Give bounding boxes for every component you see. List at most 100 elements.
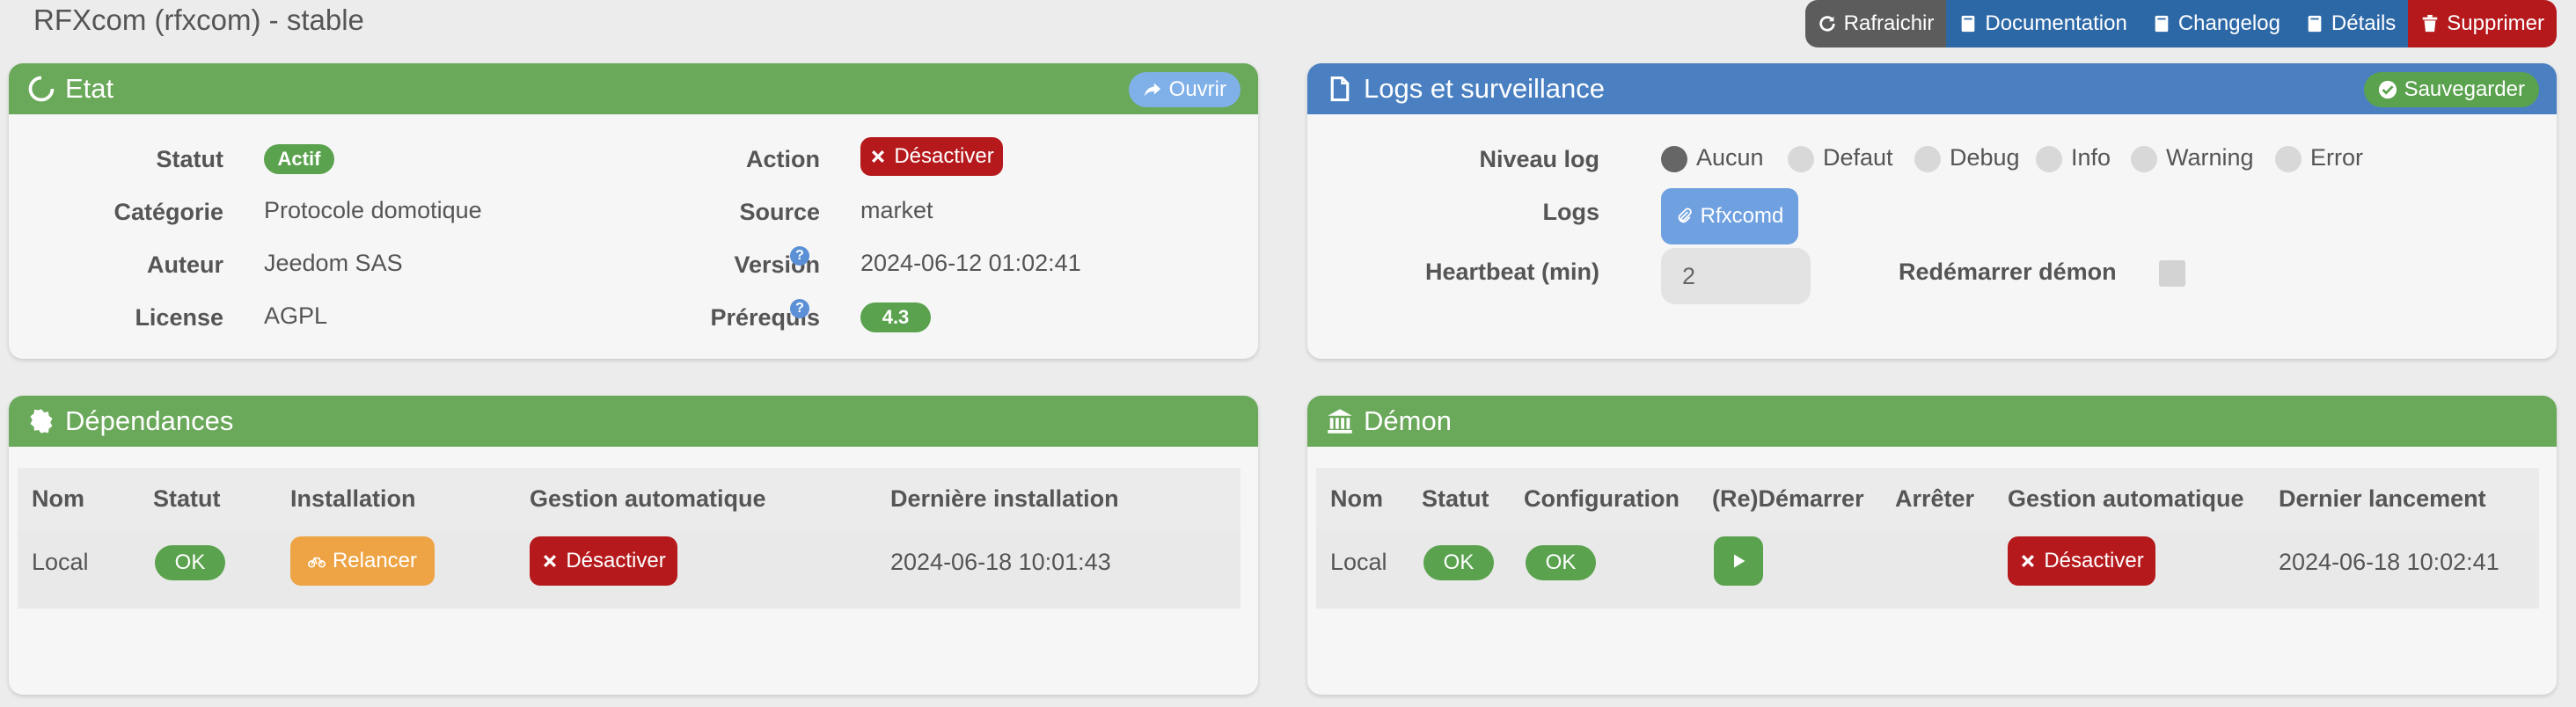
radio-debug[interactable] [1914,146,1941,172]
changelog-label: Changelog [2177,11,2280,35]
radio-warning[interactable] [2131,146,2157,172]
column-header: Statut [153,485,221,512]
restart-daemon-button[interactable] [1714,536,1763,586]
demon-deactivate-auto-button[interactable]: Désactiver [2008,536,2155,586]
file-icon [1330,76,1350,102]
restart-daemon-checkbox[interactable] [2159,260,2185,287]
delete-label: Supprimer [2447,11,2544,35]
categorie-label: Catégorie [113,199,223,225]
demon-last-launch: 2024-06-18 10:02:41 [2279,549,2499,575]
statut-label: Statut [156,146,224,172]
radio-label: Debug [1950,144,2020,171]
rfxcomd-log-button[interactable]: Rfxcomd [1661,188,1798,244]
column-header: Installation [290,485,416,512]
paperclip-icon [1678,208,1692,223]
statut-badge: Actif [264,144,334,174]
dependances-title: Dépendances [65,405,234,436]
bank-icon [1328,409,1352,434]
logs-label: Logs [1542,199,1600,225]
column-header: Nom [1330,485,1383,512]
radio-error[interactable] [2275,146,2302,172]
refresh-icon [1819,16,1835,32]
radio-label: Error [2310,144,2363,171]
source-label: Source [739,199,820,225]
dep-nom: Local [32,549,89,575]
certificate-icon [30,409,53,434]
documentation-button[interactable]: Documentation [1946,0,2140,47]
spinner-icon [28,76,55,102]
open-button-label: Ouvrir [1168,77,1226,101]
column-header: Dernier lancement [2279,485,2486,512]
demon-nom: Local [1330,549,1387,575]
column-header: Nom [32,485,84,512]
dep-last-install: 2024-06-18 10:01:43 [890,549,1111,575]
etat-panel: Etat Ouvrir Statut Actif Catégorie Proto… [9,63,1258,359]
column-header: Statut [1422,485,1489,512]
trash-icon [2423,14,2438,33]
auteur-value: Jeedom SAS [264,250,403,276]
deactivate-label: Désactiver [894,144,994,168]
column-header: Gestion automatique [2008,485,2244,512]
demon-title: Démon [1364,405,1452,436]
deactivate-plugin-button[interactable]: Désactiver [860,137,1003,176]
demon-config-badge: OK [1526,545,1596,580]
demon-panel: Démon Nom Statut Configuration (Re)Démar… [1307,396,2557,695]
rfxcomd-label: Rfxcomd [1700,204,1784,228]
details-button[interactable]: Détails [2292,0,2409,47]
etat-title: Etat [65,73,114,104]
radio-aucun[interactable] [1661,146,1687,172]
relaunch-label: Relancer [332,549,418,572]
close-icon [2022,554,2035,568]
delete-button[interactable]: Supprimer [2408,0,2557,47]
niveau-log-label: Niveau log [1479,146,1599,172]
top-toolbar: Rafraichir Documentation Changelog Détai… [1804,0,2557,47]
demon-deactivate-label: Désactiver [2044,549,2144,572]
categorie-value: Protocole domotique [264,197,482,223]
save-label: Sauvegarder [2404,77,2525,101]
save-button[interactable]: Sauvegarder [2363,72,2539,107]
radio-info[interactable] [2036,146,2062,172]
refresh-button[interactable]: Rafraichir [1804,0,1947,47]
auteur-label: Auteur [147,251,223,278]
radio-label: Defaut [1823,144,1893,171]
changelog-button[interactable]: Changelog [2139,0,2293,47]
logs-header: Logs et surveillance Sauvegarder [1307,63,2557,114]
book-icon [1962,15,1975,33]
heartbeat-input[interactable]: 2 [1661,248,1811,304]
radio-label: Warning [2166,144,2254,171]
close-icon [872,149,885,164]
column-header: Gestion automatique [530,485,766,512]
etat-header: Etat Ouvrir [9,63,1258,114]
documentation-label: Documentation [1985,11,2127,35]
open-button[interactable]: Ouvrir [1128,72,1240,107]
demon-header: Démon [1307,396,2557,447]
license-label: License [135,304,223,331]
radio-defaut[interactable] [1788,146,1814,172]
action-label: Action [746,146,820,172]
relaunch-install-button[interactable]: Relancer [290,536,435,586]
dep-deactivate-label: Désactiver [566,549,666,572]
check-circle-icon [2378,80,2397,99]
column-header: Configuration [1524,485,1680,512]
book-icon [2155,15,2169,33]
radio-label: Aucun [1696,144,1764,171]
dependances-header: Dépendances [9,396,1258,447]
license-value: AGPL [264,302,328,329]
book-icon [2308,15,2322,33]
logs-title: Logs et surveillance [1364,73,1605,104]
details-label: Détails [2331,11,2397,35]
column-header: Arrêter [1895,485,1975,512]
share-icon [1144,83,1160,97]
page-title: RFXcom (rfxcom) - stable [33,4,364,36]
heartbeat-label: Heartbeat (min) [1424,259,1599,285]
column-header: (Re)Démarrer [1712,485,1864,512]
dependances-panel: Dépendances Nom Statut Installation Gest… [9,396,1258,695]
column-header: Dernière installation [890,485,1119,512]
close-icon [544,554,557,568]
dep-deactivate-auto-button[interactable]: Désactiver [530,536,677,586]
help-icon[interactable]: ? [790,246,809,266]
radio-label: Info [2071,144,2111,171]
prerequis-badge: 4.3 [860,302,931,332]
help-icon[interactable]: ? [790,299,809,318]
dep-status-badge: OK [155,545,225,580]
